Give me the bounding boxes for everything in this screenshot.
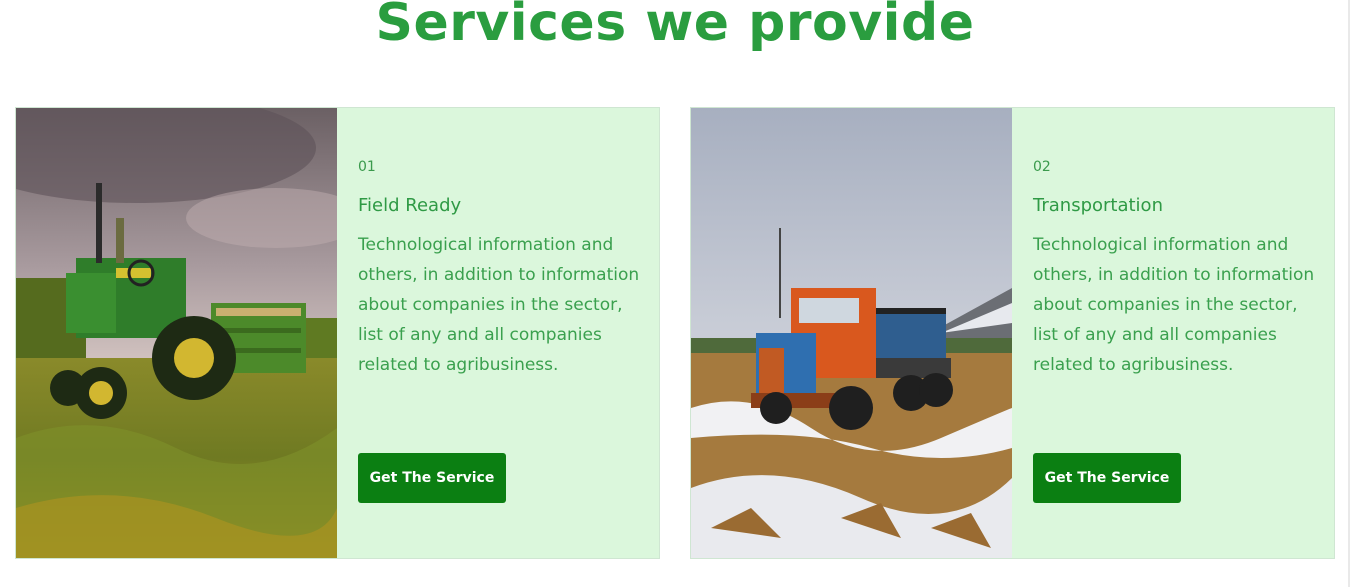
service-number: 02	[1033, 159, 1051, 175]
service-content: 02 Transportation Technological informat…	[1033, 158, 1323, 380]
service-description: Technological information and others, in…	[358, 235, 640, 375]
service-title: Transportation	[1033, 195, 1163, 216]
section-title: Services we provide	[375, 0, 975, 53]
service-number: 01	[358, 159, 376, 175]
truck-image	[691, 108, 1012, 558]
service-card-field-ready: 01 Field Ready Technological information…	[15, 107, 660, 559]
service-content: 01 Field Ready Technological information…	[358, 158, 648, 380]
get-service-button[interactable]: Get The Service	[1033, 453, 1181, 503]
service-card-transportation: 02 Transportation Technological informat…	[690, 107, 1335, 559]
tractor-image	[16, 108, 337, 558]
service-title: Field Ready	[358, 195, 462, 216]
get-service-button[interactable]: Get The Service	[358, 453, 506, 503]
service-description: Technological information and others, in…	[1033, 235, 1315, 375]
